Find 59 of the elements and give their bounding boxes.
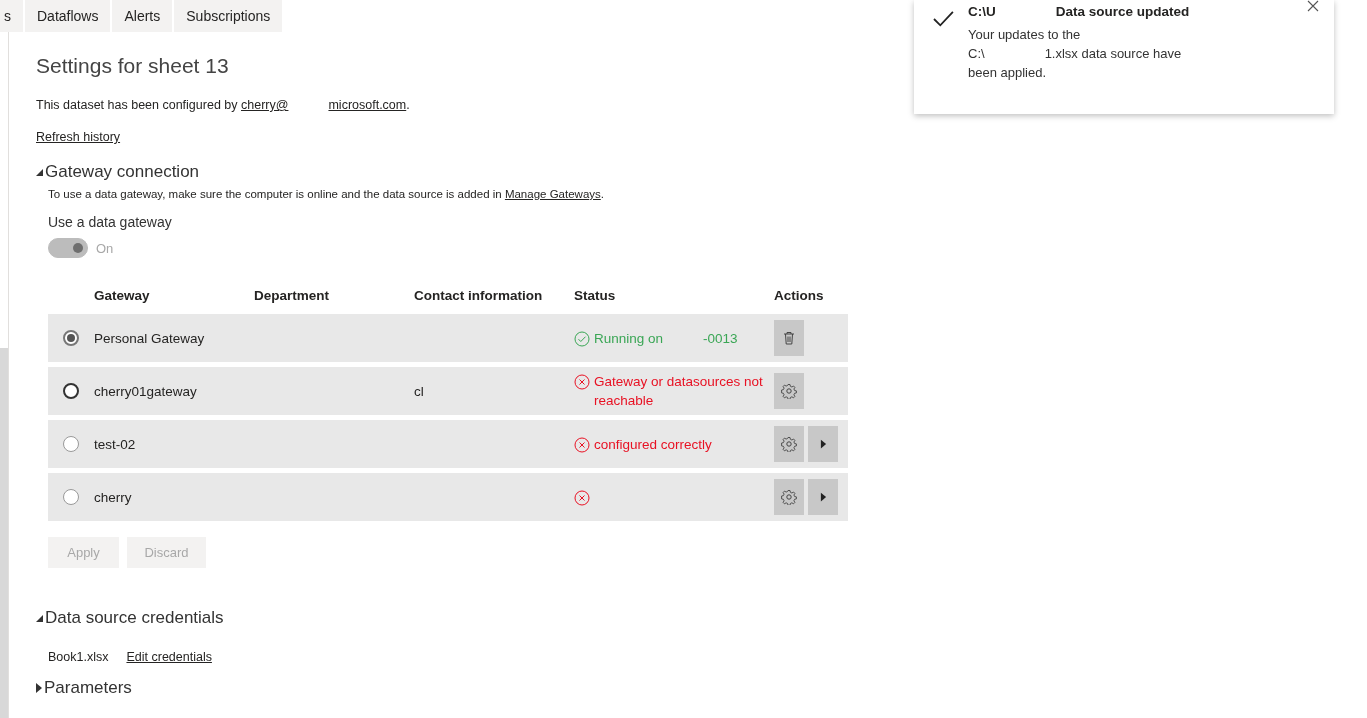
toast-title: C:\U Data source updated — [968, 3, 1191, 21]
toggle-state-text: On — [96, 240, 114, 256]
refresh-history-link[interactable]: Refresh history — [36, 130, 121, 144]
column-header: Gateway — [94, 287, 151, 303]
close-button[interactable] — [1306, 0, 1320, 14]
settings-icon — [781, 383, 797, 399]
status-text: Gateway or datasources not reachable — [594, 373, 764, 410]
expand-button[interactable] — [808, 426, 838, 462]
toggle-label: Use a data gateway — [48, 214, 173, 230]
error-circle-icon — [574, 436, 590, 453]
settings-button[interactable] — [774, 426, 804, 462]
delete-button[interactable] — [774, 320, 804, 356]
period-text: . — [406, 98, 410, 112]
close-icon — [1307, 0, 1319, 12]
settings-icon — [781, 489, 797, 505]
column-header: Department — [254, 287, 330, 303]
edit-credentials-link[interactable]: Edit credentials — [126, 650, 212, 664]
section-heading: Data source credentials — [45, 608, 224, 628]
expand-button[interactable] — [808, 479, 838, 515]
section-heading: Parameters — [44, 678, 132, 698]
nav-tab[interactable]: Dataflows — [25, 0, 111, 32]
settings-icon — [781, 436, 797, 452]
table-cell-text: cherry — [94, 489, 133, 505]
nav-tab[interactable]: Subscriptions — [174, 0, 283, 32]
caret-icon — [819, 439, 827, 449]
status-text: Running on -0013 — [594, 329, 739, 348]
toast-message: Your updates to the C:\ 1.xlsx data source have been applied. — [968, 26, 1183, 82]
manage-gateways-link[interactable]: Manage Gateways — [504, 188, 601, 200]
settings-button[interactable] — [774, 479, 804, 515]
radio-button[interactable] — [63, 330, 79, 346]
table-cell-text: Personal Gateway — [94, 330, 206, 346]
table-cell-text: cherry01gateway — [94, 383, 198, 399]
period-text: . — [600, 188, 604, 200]
gateway-row[interactable]: cherry01gateway cl Gateway or datasources not reachable — [48, 367, 848, 415]
section-heading: Gateway connection — [45, 162, 200, 182]
settings-button[interactable] — [774, 373, 804, 409]
nav-tab[interactable]: Alerts — [112, 0, 173, 32]
file-name: Book1.xlsx — [48, 650, 109, 664]
expand-caret-icon[interactable] — [36, 683, 42, 693]
expand-caret-icon[interactable] — [36, 614, 43, 622]
error-circle-icon — [574, 490, 590, 506]
table-cell-text: test-02 — [94, 436, 137, 452]
expand-caret-icon[interactable] — [36, 168, 43, 176]
table-cell: cl — [414, 383, 424, 399]
error-circle-icon — [574, 374, 590, 390]
trash-icon — [781, 330, 797, 346]
caret-icon — [819, 492, 827, 502]
gateway-row[interactable]: Personal Gateway Running on -0013 — [48, 314, 848, 362]
page-title: Settings for sheet 13 — [36, 54, 229, 78]
status-text: configured correctly — [594, 435, 713, 454]
column-header: Status — [574, 287, 617, 303]
gateway-hint-text: To use a data gateway, make sure the computer is online and the data source is added in — [48, 188, 502, 200]
check-circle-icon — [574, 330, 590, 347]
column-header: Contact information — [414, 287, 544, 303]
configured-by-text: This dataset has been configured by — [36, 98, 238, 112]
radio-button[interactable] — [63, 383, 79, 399]
column-header: Actions — [774, 287, 825, 303]
nav-tab[interactable]: s — [0, 0, 23, 32]
checkmark-icon — [932, 10, 954, 28]
